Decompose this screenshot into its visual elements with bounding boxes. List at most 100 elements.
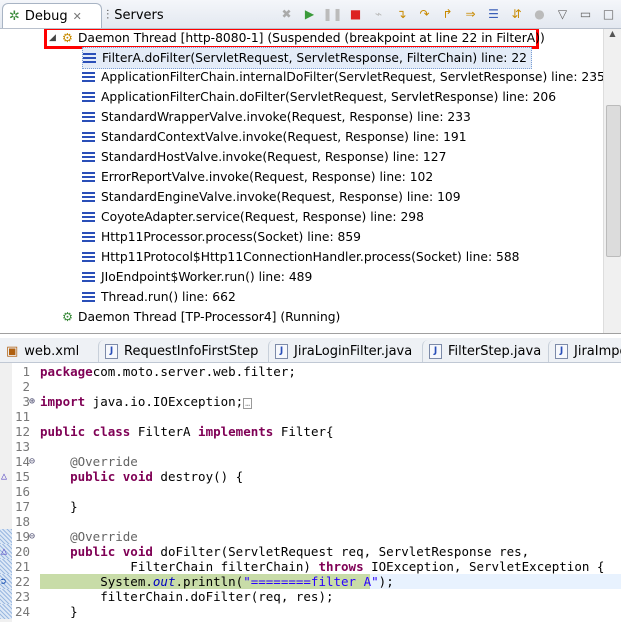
editor-tabbar: ▣ web.xml J RequestInfoFirstStep J JiraLoginF… [0,338,621,363]
instruction-stepping-icon[interactable]: ⇵ [508,5,525,22]
stack-frame-icon [82,112,95,122]
use-step-filters-icon[interactable]: ☰ [485,5,502,22]
xml-file-icon: ▣ [6,343,19,359]
debug-view-tabbar: ✲ Debug ✕ ⫶ Servers ✖ ▶ ❚❚ ■ ⌁ ↴ ↷ ↱ ⇒ ☰ ⇵ ● ▽ ▭ □ [0,0,621,29]
instruction-pointer-icon: ➲ [0,575,7,588]
code-token: out [152,574,176,589]
code-line[interactable]: 11 [0,409,621,424]
scroll-up-icon[interactable]: ▲ [604,29,621,38]
fold-collapse-icon[interactable]: ⊖ [29,454,35,469]
override-marker-icon: △ [1,471,8,482]
editor-tab-label: FilterStep.java [448,343,542,359]
code-line[interactable]: 23 filterChain.doFilter(req, res); [0,589,621,604]
resume-icon[interactable]: ▶ [301,5,318,22]
line-number: 13 [14,439,30,454]
stack-frame-row[interactable]: StandardContextValve.invoke(Request, Res… [82,127,467,147]
suspend-icon[interactable]: ❚❚ [322,5,342,22]
code-token: destroy() { [152,469,244,484]
stack-frame-row[interactable]: StandardWrapperValve.invoke(Request, Res… [82,107,471,127]
code-line[interactable]: 24 } [0,604,621,619]
minimize-icon[interactable]: ▭ [577,5,594,22]
stack-frame-label: StandardEngineValve.invoke(Request, Resp… [101,190,461,204]
stack-frame-icon [82,272,95,282]
remove-terminated-icon[interactable]: ✖ [278,5,295,22]
stack-frame-row[interactable]: Thread.run() line: 662 [82,287,236,307]
close-icon[interactable]: ✕ [73,10,82,23]
scrollbar-thumb[interactable] [606,105,621,257]
editor-tab[interactable]: J JiraImpo [548,340,621,362]
expand-triangle-icon[interactable]: ◢ [49,33,56,43]
stack-frame-label: Thread.run() line: 662 [101,290,236,304]
tab-debug[interactable]: ✲ Debug ✕ [2,3,102,28]
stack-frame-row[interactable]: JIoEndpoint$Worker.run() line: 489 [82,267,312,287]
code-line[interactable]: 3 ⊕ import java.io.IOException;… [0,394,621,409]
line-number: 3 [22,394,30,409]
running-thread-icon: ⚙ [62,310,74,324]
code-line[interactable]: 14 ⊖ @Override [0,454,621,469]
step-into-icon[interactable]: ↴ [393,5,410,22]
line-number: 2 [22,379,30,394]
maximize-icon[interactable]: □ [600,5,617,22]
code-token: "========filter A" [243,574,379,589]
line-number: 18 [14,514,30,529]
thread-row[interactable]: ⚙ Daemon Thread [TP-Processor4] (Running) [62,307,340,327]
code-editor[interactable]: 1 packagecom.moto.server.web.filter; 2 3 ⊕ im… [0,363,621,622]
stack-frame-row[interactable]: StandardHostValve.invoke(Request, Respon… [82,147,446,167]
editor-tab[interactable]: J RequestInfoFirstStep [98,340,264,362]
line-number: 22 [14,574,30,589]
stack-frame-icon [82,92,95,102]
code-line[interactable]: 15 △ public void destroy() { [0,469,621,484]
changed-range-marker [0,589,12,604]
code-line[interactable]: 19 ⊖ @Override [0,529,621,544]
code-line[interactable]: 1 packagecom.moto.server.web.filter; [0,364,621,379]
fold-collapse-icon[interactable]: ⊖ [29,529,35,544]
thread-row[interactable]: ◢ ⚙ Daemon Thread [http-8080-1] (Suspended… [44,29,545,49]
line-number: 1 [22,364,30,379]
code-line[interactable]: 21 FilterChain filterChain) throws IOExc… [0,559,621,574]
debug-bug-icon: ✲ [9,8,20,24]
fold-expand-icon[interactable]: ⊕ [29,394,35,409]
stack-frame-label: StandardContextValve.invoke(Request, Res… [101,130,467,144]
code-line[interactable]: 16 [0,484,621,499]
stack-frame-icon [82,72,95,82]
code-line[interactable]: 20 △ public void doFilter(ServletRequest … [0,544,621,559]
java-file-icon: J [275,343,288,359]
tab-servers[interactable]: ⫶ Servers [100,3,170,27]
editor-tab[interactable]: ▣ web.xml [0,340,85,362]
step-over-icon[interactable]: ↷ [416,5,433,22]
stack-frame-label: StandardHostValve.invoke(Request, Respon… [101,150,447,164]
code-line[interactable]: 2 [0,379,621,394]
code-line[interactable]: 13 [0,439,621,454]
line-number: 21 [14,559,30,574]
thread-label: Daemon Thread [TP-Processor4] (Running) [78,310,341,324]
line-number: 16 [14,484,30,499]
stack-frame-icon [82,152,95,162]
view-menu-icon[interactable]: ▽ [554,5,571,22]
disconnect-icon[interactable]: ⌁ [370,5,387,22]
stack-frame-row[interactable]: Http11Processor.process(Socket) line: 85… [82,227,361,247]
terminate-icon[interactable]: ■ [347,5,364,22]
drop-to-frame-icon[interactable]: ⇒ [462,5,479,22]
stack-frame-icon [82,292,95,302]
stack-frame-label: CoyoteAdapter.service(Request, Response)… [101,210,424,224]
stack-frame-row[interactable]: CoyoteAdapter.service(Request, Response)… [82,207,424,227]
stack-frame-row[interactable]: FilterA.doFilter(ServletRequest, Servlet… [82,47,532,69]
threads-icon[interactable]: ● [531,5,548,22]
folded-code-box[interactable]: … [243,398,253,409]
code-line[interactable]: 18 [0,514,621,529]
stack-frame-row[interactable]: StandardEngineValve.invoke(Request, Resp… [82,187,461,207]
step-return-icon[interactable]: ↱ [439,5,456,22]
debug-scrollbar[interactable]: ▲ [603,29,621,333]
code-token: java.io.IOException; [85,394,244,409]
code-line[interactable]: 17 } [0,499,621,514]
editor-tab[interactable]: J FilterStep.java [422,340,547,362]
code-line[interactable]: 12 public class FilterA implements Filter… [0,424,621,439]
stack-frame-row[interactable]: ErrorReportValve.invoke(Request, Respons… [82,167,433,187]
code-text: } [40,604,78,619]
stack-frame-row[interactable]: ApplicationFilterChain.doFilter(ServletR… [82,87,556,107]
line-number: 23 [14,589,30,604]
code-line[interactable]: 22 ➲ System.out.println("========filter A… [0,574,621,589]
stack-frame-row[interactable]: Http11Protocol$Http11ConnectionHandler.p… [82,247,519,267]
stack-frame-row[interactable]: ApplicationFilterChain.internalDoFilter(… [82,67,603,87]
editor-tab[interactable]: J JiraLoginFilter.java [268,340,418,362]
